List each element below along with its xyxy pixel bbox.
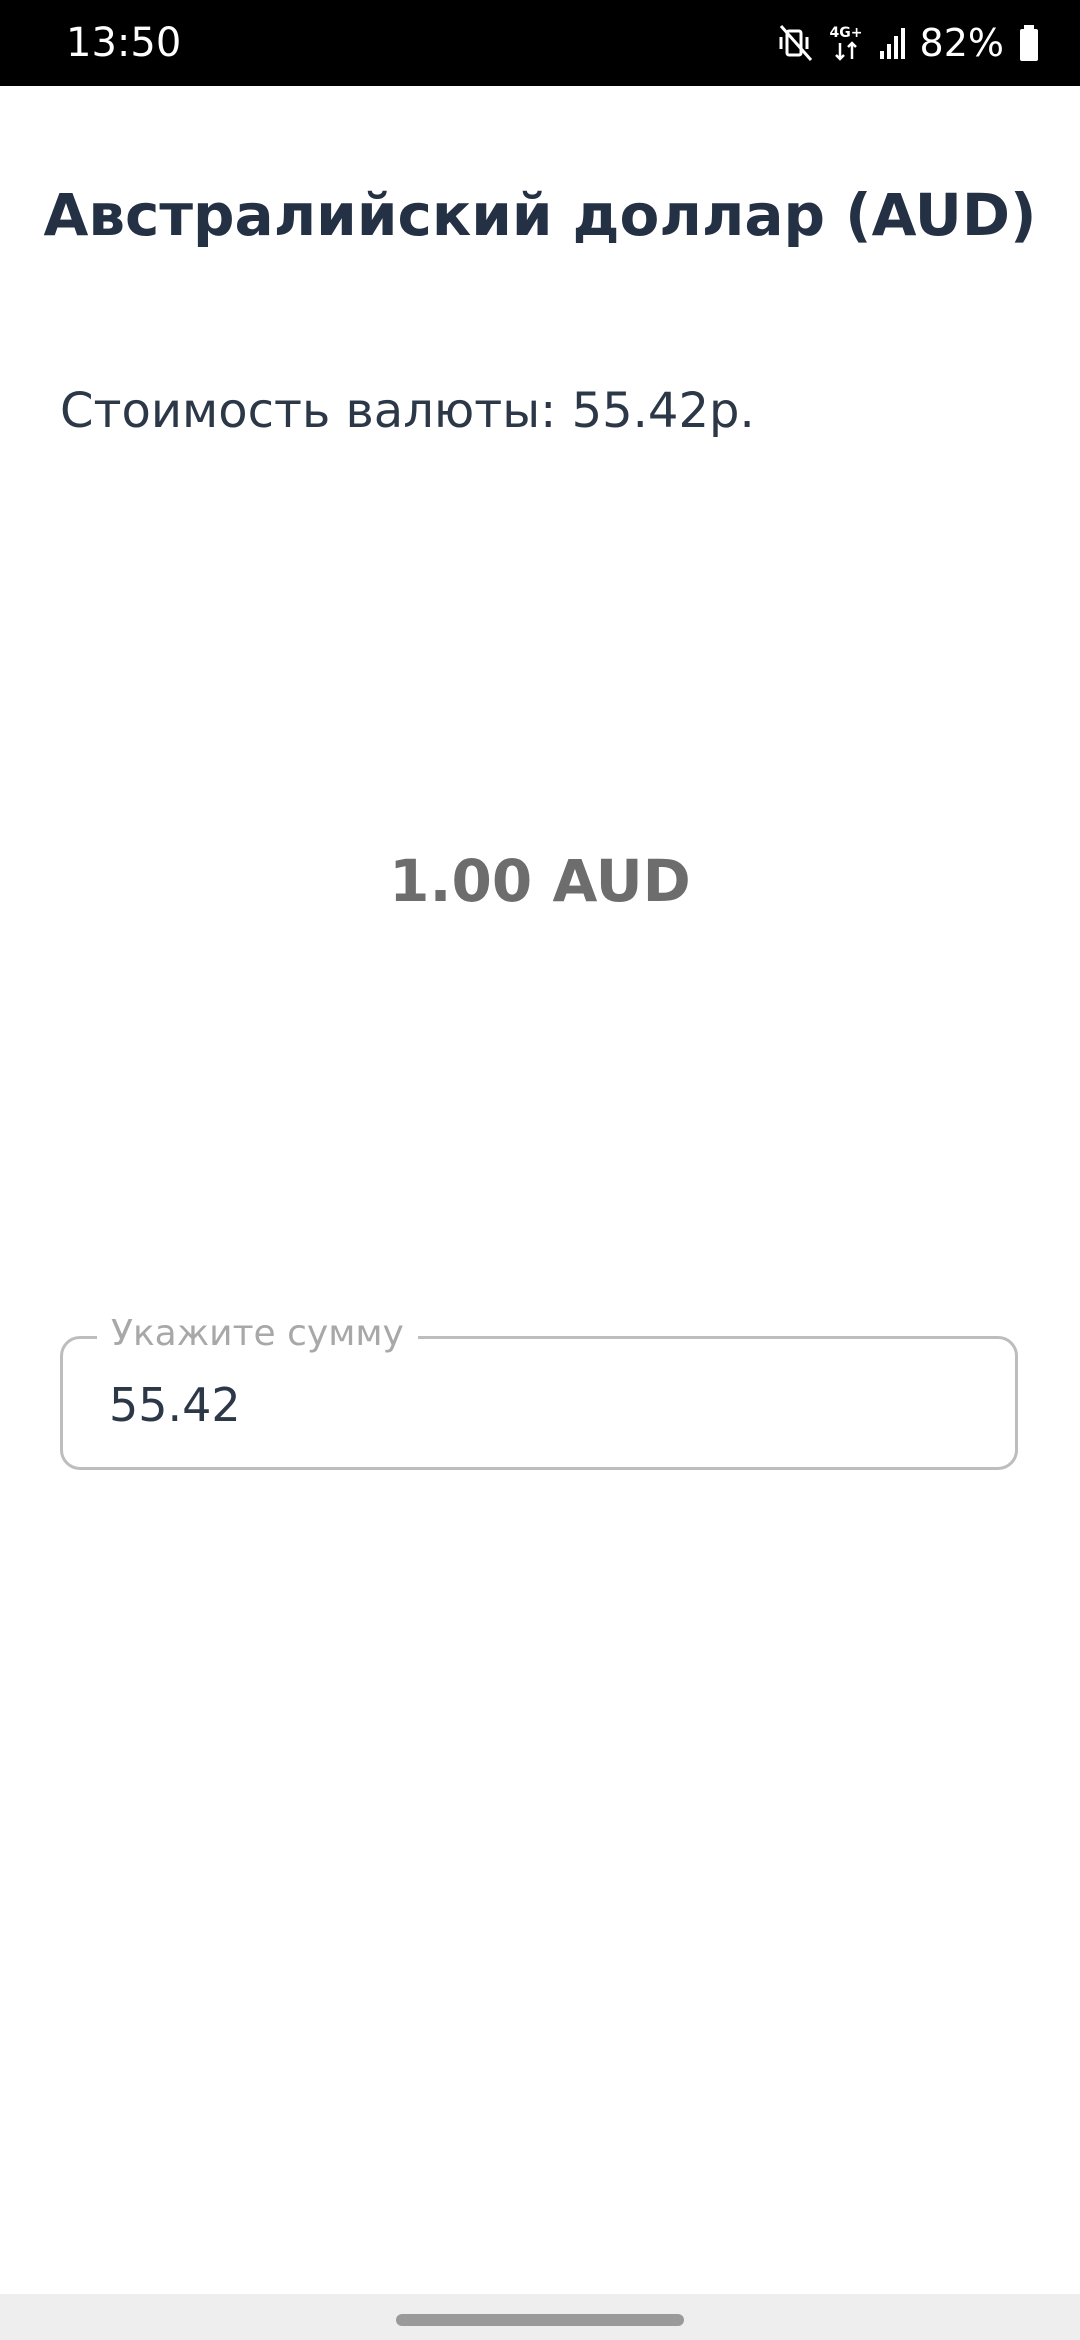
amount-input-field[interactable]: Укажите сумму 55.42: [60, 1311, 1018, 1470]
network-label: 4G+: [829, 25, 862, 41]
home-indicator[interactable]: [396, 2314, 684, 2326]
page-title: Австралийский доллар (AUD): [43, 181, 1037, 249]
battery-icon: [1018, 23, 1040, 63]
converted-amount: 1.00 AUD: [389, 847, 691, 915]
mute-vibrate-icon: [778, 23, 814, 63]
exchange-rate-text: Стоимость валюты: 55.42р.: [60, 383, 755, 439]
gesture-nav-bar: [0, 2294, 1080, 2340]
amount-input-label: Укажите сумму: [97, 1311, 418, 1357]
network-4g-icon: 4G+: [828, 21, 864, 65]
amount-input[interactable]: 55.42: [109, 1377, 241, 1433]
status-bar: 13:50 4G+ 82%: [0, 0, 1080, 86]
app-screen: 13:50 4G+ 82% Австралийский доллар (AUD)…: [0, 0, 1080, 2340]
signal-icon: [878, 25, 906, 61]
status-icons: 4G+ 82%: [778, 18, 1040, 68]
battery-percent: 82%: [919, 21, 1004, 65]
status-time: 13:50: [66, 20, 182, 66]
